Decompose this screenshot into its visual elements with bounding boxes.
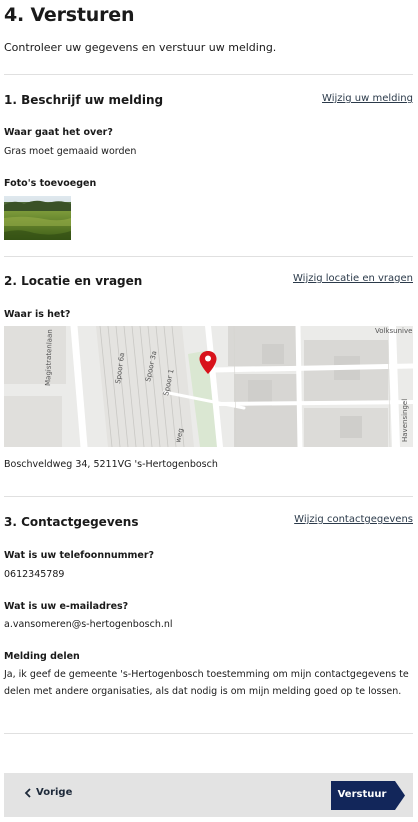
- question-value: Gras moet gemaaid worden: [4, 146, 137, 157]
- submit-button[interactable]: Verstuur: [331, 781, 405, 810]
- submit-button-label: Verstuur: [337, 789, 387, 800]
- page-intro: Controleer uw gegevens en verstuur uw me…: [4, 41, 277, 54]
- divider: [4, 733, 413, 734]
- page: 4. Versturen Controleer uw gegevens en v…: [0, 0, 418, 822]
- section-title-locatie: 2. Locatie en vragen: [4, 274, 143, 288]
- edit-locatie-link[interactable]: Wijzig locatie en vragen: [293, 273, 413, 284]
- section-title-melding: 1. Beschrijf uw melding: [4, 93, 164, 107]
- map-label: Havensingel: [401, 399, 409, 442]
- photos-label: Foto's toevoegen: [4, 178, 97, 189]
- previous-button[interactable]: Vorige: [24, 787, 72, 798]
- email-value: a.vansomeren@s-hertogenbosch.nl: [4, 619, 173, 630]
- edit-contact-link[interactable]: Wijzig contactgegevens: [294, 514, 413, 525]
- map-label: Volksunive: [375, 327, 412, 335]
- page-title: 4. Versturen: [4, 4, 135, 26]
- divider: [4, 74, 413, 75]
- section-title-contact: 3. Contactgegevens: [4, 515, 139, 529]
- share-value: Ja, ik geef de gemeente 's-Hertogenbosch…: [4, 669, 409, 697]
- phone-label: Wat is uw telefoonnummer?: [4, 550, 155, 561]
- email-label: Wat is uw e-mailadres?: [4, 601, 129, 612]
- form-footer: Vorige Verstuur: [4, 773, 413, 817]
- chevron-left-icon: [24, 787, 31, 798]
- share-label: Melding delen: [4, 651, 80, 662]
- question-label: Waar gaat het over?: [4, 127, 113, 138]
- phone-value: 0612345789: [4, 569, 65, 580]
- divider: [4, 256, 413, 257]
- divider: [4, 496, 413, 497]
- location-map[interactable]: Magistratenlaan Spoor 6a Spoor 3a Spoor …: [4, 326, 413, 447]
- edit-melding-link[interactable]: Wijzig uw melding: [322, 93, 413, 104]
- previous-button-label: Vorige: [36, 787, 73, 798]
- where-label: Waar is het?: [4, 309, 71, 320]
- photo-thumbnail[interactable]: [4, 196, 71, 240]
- address-value: Boschveldweg 34, 5211VG 's-Hertogenbosch: [4, 459, 218, 470]
